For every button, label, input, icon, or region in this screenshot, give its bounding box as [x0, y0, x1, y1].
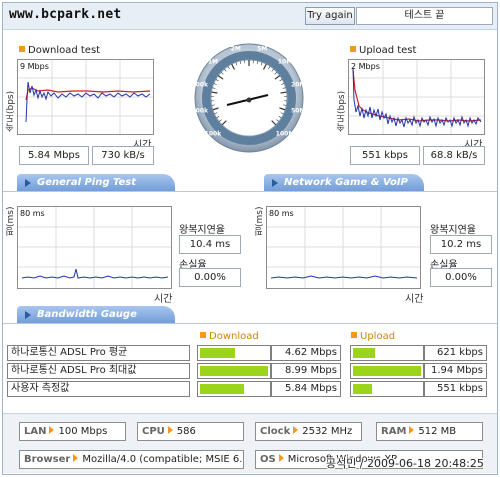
bullet-icon [350, 46, 356, 52]
download-graph: 9 Mbps [17, 59, 154, 135]
ping-scale: 80 ms [20, 209, 45, 218]
upload-value: 1.94 Mbps [424, 363, 487, 379]
capture-stamp: 공석민 / 2009-06-18 20:48:25 [326, 457, 484, 470]
bullet-icon [200, 332, 206, 338]
arrow-icon [167, 426, 173, 434]
download-scale: 9 Mbps [20, 62, 49, 71]
ping-graph-svg [18, 207, 171, 288]
ping-graph: 80 ms [17, 206, 172, 289]
try-again-button[interactable]: Try again [305, 7, 355, 25]
bandwidth-download-label: Download [200, 331, 259, 342]
gauge-tick-label: 100M [275, 130, 295, 138]
download-test-title: Download test [19, 45, 100, 56]
bandwidth-upload-label: Upload [351, 331, 395, 342]
upload-graph: 2 Mbps [348, 59, 485, 135]
game-x-label: 시간 [405, 294, 424, 305]
upload-bar [350, 381, 424, 397]
tab-network-game[interactable]: Network Game & VoIP Test [264, 174, 424, 206]
game-y-label: 핑(ms) [255, 206, 265, 236]
divider [3, 191, 497, 192]
download-bar-fill [200, 366, 268, 376]
bandwidth-row-name: 하나로통신 ADSL Pro 평균 [7, 345, 190, 361]
download-bar-fill [200, 348, 235, 358]
upload-bar-fill [353, 384, 372, 394]
upload-speed-value: 551 kbps [350, 146, 420, 165]
game-graph: 80 ms [266, 206, 421, 289]
ping-rtt-label: 왕복지연율 [179, 225, 225, 236]
gauge-tick-label: 100k [204, 130, 222, 138]
download-y-label: 속도(bps) [6, 90, 16, 132]
cpu-info: CPU 586 [137, 422, 244, 441]
arrow-icon [278, 454, 284, 462]
arrow-icon [49, 426, 55, 434]
speed-gauge: 100k 200k 500k 1M 2M 5M 10M 20M 50M 100M [191, 37, 306, 159]
gauge-tick-label: 10M [277, 58, 293, 66]
watermark: www.bcpark.net [9, 7, 122, 22]
upload-y-label: 속도(bps) [337, 90, 347, 132]
download-bar [197, 381, 271, 397]
gauge-tick-label: 50M [291, 107, 306, 115]
ram-info: RAM 512 MB [376, 422, 483, 441]
game-line [270, 275, 418, 279]
game-rtt-value: 10.2 ms [430, 235, 492, 254]
browser-info: Browser Mozilla/4.0 (compatible; MSIE 6.0 [19, 450, 244, 469]
upload-scale: 2 Mbps [351, 62, 380, 71]
download-graph-svg [18, 60, 153, 134]
upload-rate-value: 68.8 kB/s [423, 146, 485, 165]
bullet-icon [19, 46, 25, 52]
divider [3, 323, 497, 324]
download-bar [197, 345, 271, 361]
bullet-icon [351, 332, 357, 338]
bandwidth-row-name: 사용자 측정값 [7, 381, 190, 397]
ping-rtt-value: 10.4 ms [179, 235, 241, 254]
game-rtt-label: 왕복지연율 [430, 225, 476, 236]
tab-general-ping[interactable]: General Ping Test [17, 174, 175, 192]
game-graph-svg [267, 207, 420, 288]
gauge-tick-label: 500k [191, 81, 208, 89]
gauge-tick-label: 200k [191, 107, 208, 115]
download-value: 4.62 Mbps [271, 345, 341, 361]
gauge-tick-label: 5M [257, 45, 268, 53]
download-value: 8.99 Mbps [271, 363, 341, 379]
game-loss-value: 0.00% [430, 268, 492, 287]
bandwidth-row: 사용자 측정값 5.84 Mbps 551 kbps [7, 381, 487, 397]
download-bar-fill [200, 384, 244, 394]
download-speed-value: 5.84 Mbps [19, 146, 89, 165]
ping-x-label: 시간 [154, 294, 173, 305]
upload-graph-svg [349, 60, 484, 134]
download-rate-value: 730 kB/s [92, 146, 154, 165]
upload-bar [350, 345, 424, 361]
gauge-tick-label: 20M [291, 81, 306, 89]
arrow-icon [293, 426, 299, 434]
ping-y-label: 핑(ms) [6, 206, 16, 236]
upload-bar-fill [353, 348, 375, 358]
download-value: 5.84 Mbps [271, 381, 341, 397]
ping-loss-value: 0.00% [179, 268, 241, 287]
upload-value: 551 kbps [424, 381, 487, 397]
gauge-tick-label: 2M [230, 45, 241, 53]
upload-bar-fill [353, 366, 421, 376]
bandwidth-row: 하나로통신 ADSL Pro 최대값 8.99 Mbps 1.94 Mbps [7, 363, 487, 379]
status-field: 테스트 끝 [356, 7, 493, 25]
bandwidth-row-name: 하나로통신 ADSL Pro 최대값 [7, 363, 190, 379]
tab-bandwidth-gauge[interactable]: Bandwidth Gauge [17, 306, 175, 324]
bandwidth-row: 하나로통신 ADSL Pro 평균 4.62 Mbps 621 kbps [7, 345, 487, 361]
lan-info: LAN 100 Mbps [19, 422, 126, 441]
download-bar [197, 363, 271, 379]
upload-test-title: Upload test [350, 45, 416, 56]
upload-value: 621 kbps [424, 345, 487, 361]
arrow-icon [73, 454, 79, 462]
ping-line [21, 268, 169, 279]
upload-bar [350, 363, 424, 379]
arrow-icon [409, 426, 415, 434]
clock-info: Clock 2532 MHz [255, 422, 362, 441]
game-scale: 80 ms [269, 209, 294, 218]
gauge-tick-label: 1M [207, 58, 219, 66]
